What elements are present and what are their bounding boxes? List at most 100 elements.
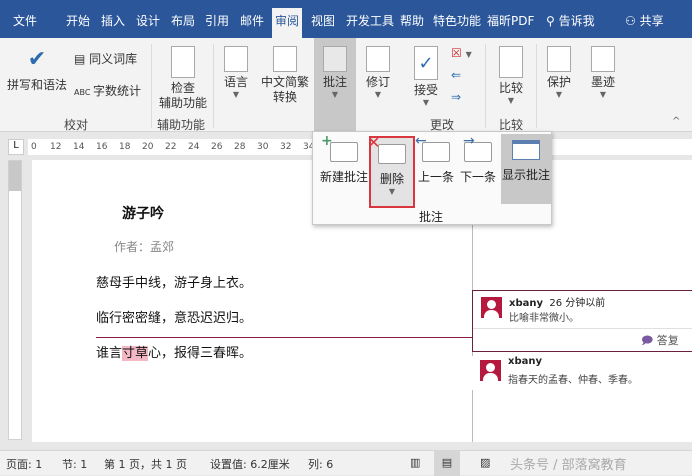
status-section: 节: 1 xyxy=(62,458,88,471)
tab-mailings[interactable]: 邮件 xyxy=(237,10,267,38)
track-changes-icon xyxy=(366,46,390,72)
accept-button[interactable]: ✓ 接受 ▼ xyxy=(410,46,442,108)
tab-review[interactable]: 审阅 xyxy=(272,8,303,38)
next-comment-button[interactable]: → 下一条 xyxy=(457,133,499,204)
comment-text[interactable]: 比喻非常微小。 xyxy=(509,309,579,324)
accessibility-icon xyxy=(171,46,195,78)
group-label-comments: 批注 xyxy=(419,210,444,224)
vertical-ruler xyxy=(8,160,22,440)
next-change-icon[interactable]: ⇒ xyxy=(451,90,461,104)
convert-icon xyxy=(273,46,297,72)
status-bar: 页面: 1 节: 1 第 1 页，共 1 页 设置值: 6.2厘米 列: 6 ▥… xyxy=(0,450,692,476)
ruler-tick: 26 xyxy=(211,142,223,152)
tell-me-search[interactable]: ⚲ 告诉我 xyxy=(543,10,598,38)
new-comment-button[interactable]: + 新建批注 xyxy=(319,133,369,204)
ruler-tick: 32 xyxy=(280,142,292,152)
tab-features[interactable]: 特色功能 xyxy=(430,10,482,38)
comment-card-active[interactable]: xbany 26 分钟以前 比喻非常微小。 🗩 答复 xyxy=(472,290,692,352)
avatar xyxy=(480,360,501,381)
collapse-ribbon-icon[interactable]: ^ xyxy=(672,116,680,127)
previous-comment-icon: ← xyxy=(415,133,450,162)
ruler-tick: 30 xyxy=(257,142,269,152)
ribbon-tab-bar: 文件 开始 插入 设计 布局 引用 邮件 审阅 视图 开发工具 帮助 特色功能 … xyxy=(0,0,692,38)
show-comments-icon xyxy=(512,140,540,160)
delete-comment-button[interactable]: ✕ 删除 ▼ xyxy=(367,133,415,208)
ink-button[interactable]: 墨迹 ▼ xyxy=(585,46,621,100)
avatar xyxy=(481,297,502,318)
reject-icon[interactable]: ☒ ▼ xyxy=(451,46,472,60)
show-comments-button[interactable]: 显示批注 xyxy=(501,134,551,204)
language-button[interactable]: 语言 ▼ xyxy=(218,46,254,100)
share-button[interactable]: ⚇ 共享 xyxy=(622,10,667,38)
lock-icon xyxy=(547,46,571,72)
spelling-grammar-button[interactable]: ✔ 拼写和语法 xyxy=(4,42,70,93)
track-changes-button[interactable]: 修订 ▼ xyxy=(360,46,396,100)
divider xyxy=(536,44,537,128)
comments-button[interactable]: 批注 ▼ xyxy=(314,38,356,132)
poem-line: 慈母手中线，游子身上衣。 xyxy=(96,276,253,291)
comment-icon xyxy=(323,46,347,72)
next-comment-icon: → xyxy=(463,133,492,162)
accept-check-icon: ✓ xyxy=(414,46,438,80)
poem-title: 游子吟 xyxy=(122,206,164,222)
ink-icon xyxy=(591,46,615,72)
poem-author: 作者：孟郊 xyxy=(114,240,175,254)
status-page-count: 第 1 页，共 1 页 xyxy=(104,458,187,471)
tab-view[interactable]: 视图 xyxy=(308,10,338,38)
thesaurus-button[interactable]: ▤ 同义词库 xyxy=(74,52,137,67)
tab-foxit-pdf[interactable]: 福昕PDF xyxy=(484,10,534,38)
ruler-tick: 22 xyxy=(165,142,177,152)
commented-text-highlight[interactable]: 寸草 xyxy=(122,346,149,361)
new-comment-icon: + xyxy=(321,133,358,162)
comment-author: xbany xyxy=(509,298,543,309)
divider xyxy=(213,44,214,128)
ruler-tick: 20 xyxy=(142,142,154,152)
previous-comment-button[interactable]: ← 上一条 xyxy=(415,133,457,204)
tab-layout[interactable]: 布局 xyxy=(168,10,198,38)
ruler-tick: 12 xyxy=(50,142,62,152)
group-label-accessibility: 辅助功能 xyxy=(157,118,206,132)
tab-stop-selector[interactable]: L xyxy=(8,139,24,155)
web-layout-icon[interactable]: ▨ xyxy=(480,456,490,469)
ruler-tick: 16 xyxy=(96,142,108,152)
divider xyxy=(485,44,486,128)
tab-file[interactable]: 文件 xyxy=(10,10,40,38)
status-page: 页面: 1 xyxy=(6,458,43,471)
tab-home[interactable]: 开始 xyxy=(63,10,93,38)
book-icon: ▤ xyxy=(74,52,90,66)
comment-author: xbany xyxy=(508,356,542,367)
compare-button[interactable]: 比较 ▼ xyxy=(493,46,529,106)
reply-icon: 🗩 xyxy=(641,334,657,347)
tab-help[interactable]: 帮助 xyxy=(397,10,427,38)
tab-design[interactable]: 设计 xyxy=(133,10,163,38)
tab-developer[interactable]: 开发工具 xyxy=(343,10,395,38)
previous-change-icon[interactable]: ⇐ xyxy=(451,68,461,82)
comment-time: 26 分钟以前 xyxy=(549,298,606,309)
ruler-tick: 14 xyxy=(73,142,85,152)
group-label-proofing: 校对 xyxy=(64,118,89,132)
chinese-conversion-button[interactable]: 中文简繁 转换 xyxy=(258,46,312,105)
check-accessibility-button[interactable]: 检查 辅助功能 xyxy=(156,46,210,111)
person-icon: ⚇ xyxy=(625,14,640,28)
search-icon: ⚲ xyxy=(546,14,559,28)
watermark-text: 头条号 / 部落窝教育 xyxy=(510,458,627,473)
ruler-tick: 24 xyxy=(188,142,200,152)
poem-line: 临行密密缝，意恐迟迟归。 xyxy=(96,311,253,326)
tab-insert[interactable]: 插入 xyxy=(98,10,128,38)
review-ribbon: ✔ 拼写和语法 ▤ 同义词库 ABC 字数统计 校对 检查 辅助功能 辅助功能 语… xyxy=(0,38,692,132)
abc-123-icon: ABC xyxy=(74,88,93,97)
reply-button[interactable]: 🗩 答复 xyxy=(641,332,679,351)
language-icon xyxy=(224,46,248,72)
divider xyxy=(151,44,152,128)
protect-button[interactable]: 保护 ▼ xyxy=(542,46,576,100)
comment-card[interactable]: xbany 指春天的孟春、仲春、季春。 xyxy=(472,356,692,390)
comment-text[interactable]: 指春天的孟春、仲春、季春。 xyxy=(508,371,638,386)
read-mode-icon[interactable]: ▥ xyxy=(410,456,420,469)
word-count-button[interactable]: ABC 字数统计 xyxy=(74,84,141,100)
poem-line: 谁言寸草心，报得三春晖。 xyxy=(96,346,253,361)
print-layout-icon[interactable]: ▤ xyxy=(434,451,460,476)
tab-references[interactable]: 引用 xyxy=(202,10,232,38)
status-position: 设置值: 6.2厘米 xyxy=(210,458,290,471)
delete-comment-icon: ✕ xyxy=(367,133,406,164)
status-column: 列: 6 xyxy=(308,458,334,471)
